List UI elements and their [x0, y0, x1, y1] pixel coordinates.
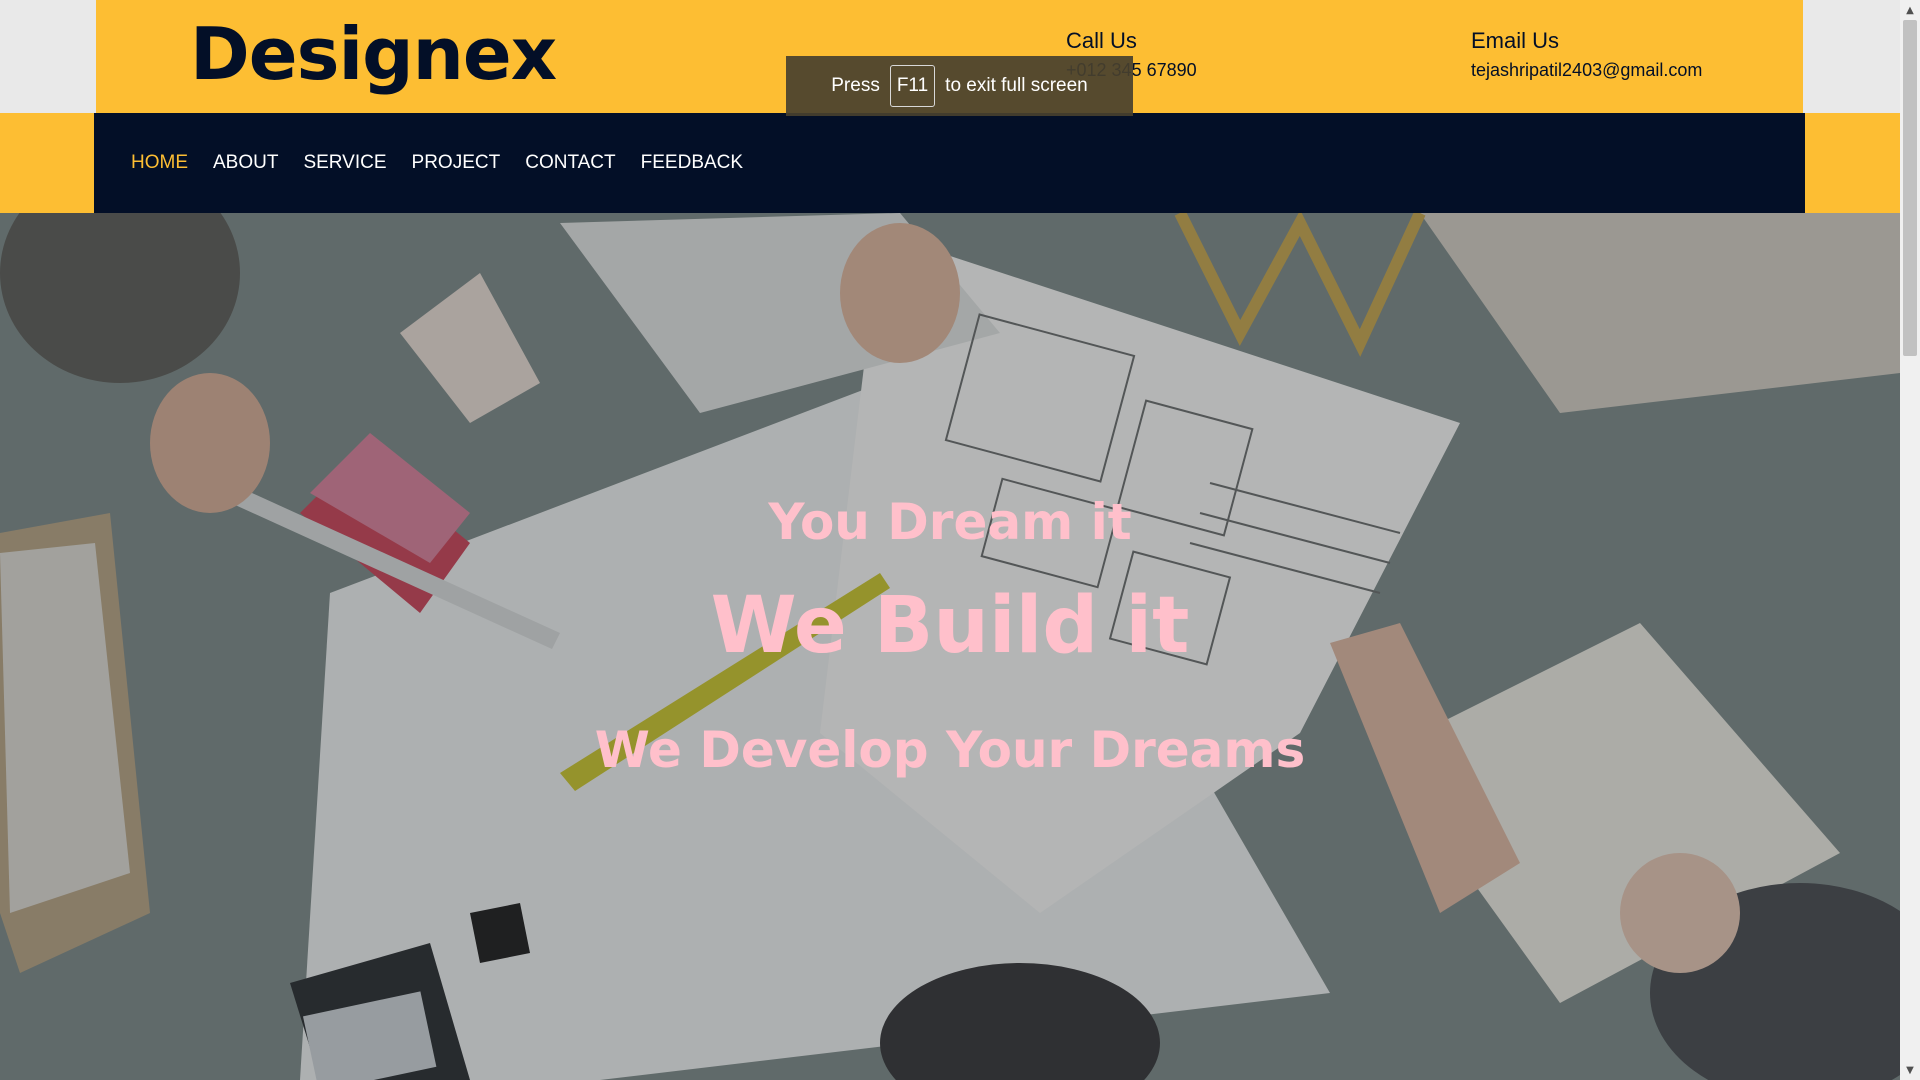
nav-item-contact[interactable]: CONTACT [525, 152, 615, 174]
scrollbar-thumb[interactable] [1903, 20, 1917, 356]
email-address: tejashripatil2403@gmail.com [1471, 60, 1703, 80]
hero-title: We Build it [710, 581, 1190, 671]
f11-key-badge: F11 [889, 65, 936, 107]
nav-item-about[interactable]: ABOUT [213, 152, 278, 174]
nav-item-feedback[interactable]: FEEDBACK [641, 152, 743, 174]
hero-section: You Dream it We Build it We Develop Your… [0, 213, 1900, 1080]
nav-item-project[interactable]: PROJECT [412, 152, 501, 174]
scroll-up-arrow-icon[interactable]: ▲ [1900, 0, 1920, 20]
nav-item-home[interactable]: HOME [131, 152, 188, 174]
hero-subtitle: You Dream it [768, 493, 1132, 551]
page-scrollbar[interactable]: ▲ ▼ [1900, 0, 1920, 1080]
call-us-heading: Call Us [1066, 28, 1137, 53]
email-us-block: Email Us tejashripatil2403@gmail.com [1471, 26, 1702, 82]
hero-tagline: We Develop Your Dreams [594, 721, 1306, 779]
brand-logo[interactable]: Designex [190, 12, 557, 96]
fullscreen-notice-prefix: Press [831, 75, 880, 96]
nav-menu: HOME ABOUT SERVICE PROJECT CONTACT FEEDB… [131, 113, 743, 213]
nav-item-service[interactable]: SERVICE [303, 152, 386, 174]
fullscreen-notice-suffix: to exit full screen [945, 75, 1088, 96]
main-nav: HOME ABOUT SERVICE PROJECT CONTACT FEEDB… [94, 113, 1805, 213]
email-us-heading: Email Us [1471, 28, 1560, 53]
scroll-down-arrow-icon[interactable]: ▼ [1900, 1060, 1920, 1080]
fullscreen-exit-notice: Press F11 to exit full screen [786, 56, 1133, 116]
